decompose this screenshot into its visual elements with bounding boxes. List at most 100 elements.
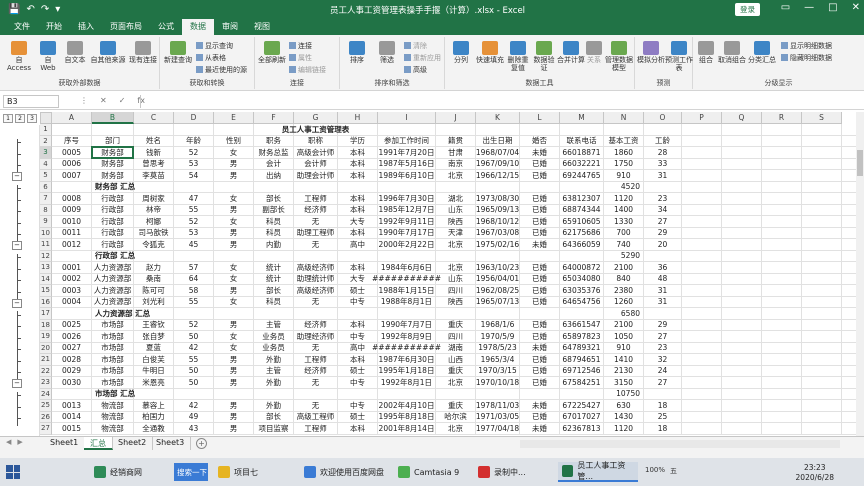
cell-d20[interactable]: 42 — [174, 342, 214, 353]
cell-o15[interactable]: 31 — [644, 285, 682, 296]
cell-i11[interactable]: 2000年2月22日 — [378, 239, 436, 250]
cell-c3[interactable]: 钱新 — [134, 147, 174, 158]
add-sheet-icon[interactable]: + — [196, 438, 207, 449]
cell-p11[interactable] — [682, 239, 722, 250]
cell-k15[interactable]: 1962/08/25 — [476, 285, 520, 296]
cell-h11[interactable]: 高中 — [338, 239, 378, 250]
cell-d27[interactable]: 43 — [174, 423, 214, 434]
sheet-tab-sheet3[interactable]: Sheet3 — [150, 437, 192, 450]
cell-f27[interactable]: 项目监察 — [254, 423, 294, 434]
cell-f3[interactable]: 财务总监 — [254, 147, 294, 158]
row-header[interactable]: 1 — [40, 124, 52, 136]
cell-p22[interactable] — [682, 365, 722, 376]
cell-i7[interactable]: 1996年7月30日 — [378, 193, 436, 204]
cell-c4[interactable]: 曾思考 — [134, 158, 174, 169]
cell-b14[interactable]: 人力资源部 — [92, 273, 134, 284]
cell-h6[interactable] — [338, 181, 378, 192]
cell-k26[interactable]: 1971/03/05 — [476, 411, 520, 422]
column-header-c[interactable]: C — [134, 112, 174, 124]
cell-r8[interactable] — [762, 204, 802, 215]
cell-r20[interactable] — [762, 342, 802, 353]
cell-j6[interactable] — [436, 181, 476, 192]
cell-s25[interactable] — [802, 400, 842, 411]
cell-m14[interactable]: 65034080 — [560, 273, 604, 284]
cell-o24[interactable] — [644, 388, 682, 399]
cell-b2[interactable]: 部门 — [92, 135, 134, 146]
cell-c17[interactable] — [134, 308, 174, 319]
cell-j18[interactable]: 重庆 — [436, 319, 476, 330]
cell-d22[interactable]: 50 — [174, 365, 214, 376]
forecast-sheet-button[interactable]: 预测工作表 — [665, 41, 693, 72]
row-header[interactable]: 2 — [40, 135, 52, 147]
cell-r1[interactable] — [762, 124, 802, 135]
cell-d14[interactable]: 64 — [174, 273, 214, 284]
cell-l15[interactable]: 已婚 — [520, 285, 560, 296]
column-header-n[interactable]: N — [604, 112, 644, 124]
cell-n16[interactable]: 1260 — [604, 296, 644, 307]
cell-n18[interactable]: 2100 — [604, 319, 644, 330]
cell-c7[interactable]: 周树家 — [134, 193, 174, 204]
hide-detail-button[interactable]: 隐藏明细数据 — [781, 53, 832, 63]
cell-b25[interactable]: 物流部 — [92, 400, 134, 411]
text-to-columns-button[interactable]: 分列 — [449, 41, 473, 64]
cell-a22[interactable]: 0029 — [52, 365, 92, 376]
tab-insert[interactable]: 插入 — [70, 19, 102, 35]
cell-d23[interactable]: 50 — [174, 377, 214, 388]
cell-m13[interactable]: 64000872 — [560, 262, 604, 273]
cell-m3[interactable]: 66018871 — [560, 147, 604, 158]
cell-f6[interactable] — [254, 181, 294, 192]
cell-h23[interactable]: 中专 — [338, 377, 378, 388]
cell-f4[interactable]: 会计 — [254, 158, 294, 169]
cell-p5[interactable] — [682, 170, 722, 181]
cell-m7[interactable]: 63812307 — [560, 193, 604, 204]
cell-l25[interactable]: 未婚 — [520, 400, 560, 411]
cell-p4[interactable] — [682, 158, 722, 169]
cell-k16[interactable]: 1965/07/13 — [476, 296, 520, 307]
cell-j21[interactable]: 山西 — [436, 354, 476, 365]
cell-g12[interactable] — [294, 250, 338, 261]
outline-level-3[interactable]: 3 — [27, 114, 37, 123]
cell-p1[interactable] — [682, 124, 722, 135]
cell-c19[interactable]: 张自梦 — [134, 331, 174, 342]
cell-e18[interactable]: 男 — [214, 319, 254, 330]
cell-j5[interactable]: 北京 — [436, 170, 476, 181]
taskbar-item-excel[interactable]: 员工人事工资管... — [558, 461, 638, 482]
cell-h24[interactable] — [338, 388, 378, 399]
cell-p3[interactable] — [682, 147, 722, 158]
cell-o26[interactable]: 25 — [644, 411, 682, 422]
cell-f14[interactable]: 统计 — [254, 273, 294, 284]
cell-a12[interactable] — [52, 250, 92, 261]
collapse-group-icon[interactable]: − — [12, 172, 22, 181]
cell-h27[interactable]: 本科 — [338, 423, 378, 434]
cell-o16[interactable]: 31 — [644, 296, 682, 307]
row-header[interactable]: 15 — [40, 285, 52, 297]
cell-j10[interactable]: 天津 — [436, 227, 476, 238]
cell-c26[interactable]: 柏国力 — [134, 411, 174, 422]
cell-f23[interactable]: 外勤 — [254, 377, 294, 388]
cell-r23[interactable] — [762, 377, 802, 388]
cell-d6[interactable] — [174, 181, 214, 192]
cell-e6[interactable] — [214, 181, 254, 192]
cell-j2[interactable]: 籍贯 — [436, 135, 476, 146]
row-header[interactable]: 3 — [40, 147, 52, 159]
cell-l21[interactable]: 已婚 — [520, 354, 560, 365]
taskbar-item-project[interactable]: 项目七 — [214, 462, 296, 482]
cell-o14[interactable]: 48 — [644, 273, 682, 284]
cell-h8[interactable]: 本科 — [338, 204, 378, 215]
cell-d18[interactable]: 52 — [174, 319, 214, 330]
cell-c13[interactable]: 赵力 — [134, 262, 174, 273]
cell-j17[interactable] — [436, 308, 476, 319]
cell-n8[interactable]: 1400 — [604, 204, 644, 215]
cell-a2[interactable]: 序号 — [52, 135, 92, 146]
cell-l5[interactable]: 已婚 — [520, 170, 560, 181]
cell-a6[interactable] — [52, 181, 92, 192]
column-header-a[interactable]: A — [52, 112, 92, 124]
cell-b3[interactable]: 财务部 — [92, 147, 134, 158]
cell-e4[interactable]: 男 — [214, 158, 254, 169]
cell-q10[interactable] — [722, 227, 762, 238]
clock[interactable]: 23:23 2020/6/28 — [796, 463, 834, 483]
cell-g4[interactable]: 会计师 — [294, 158, 338, 169]
cell-p27[interactable] — [682, 423, 722, 434]
reapply-button[interactable]: 重新应用 — [404, 53, 441, 63]
cell-r14[interactable] — [762, 273, 802, 284]
